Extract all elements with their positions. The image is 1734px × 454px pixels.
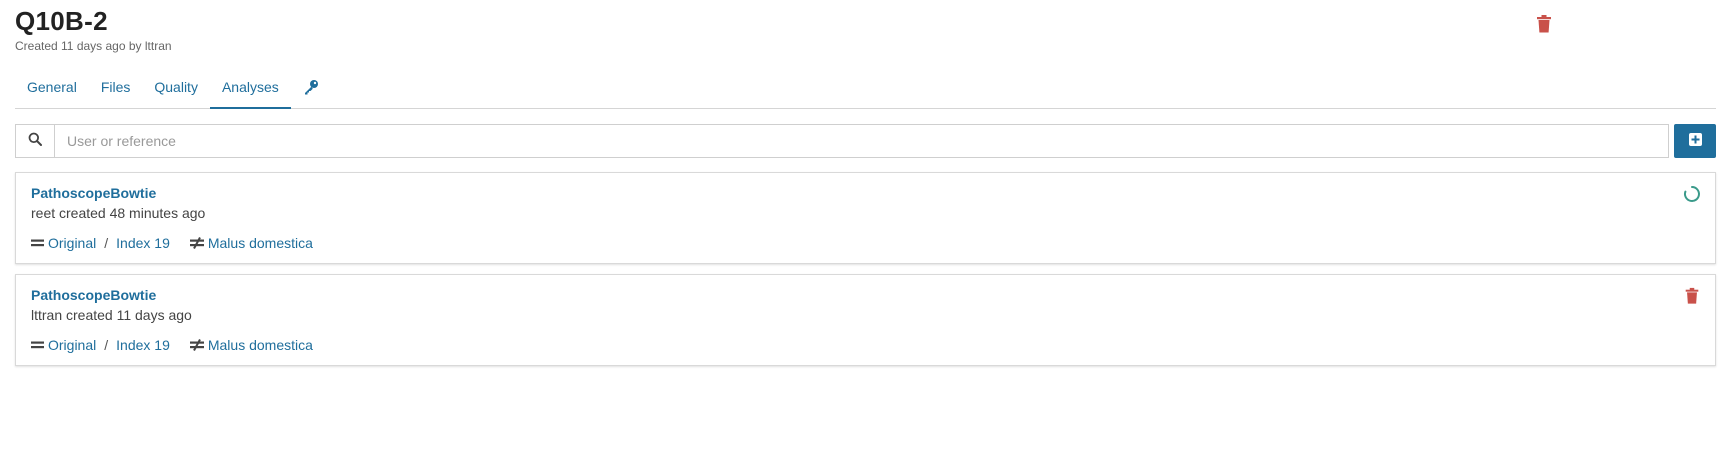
- trash-icon[interactable]: [1683, 287, 1701, 305]
- analysis-algorithm[interactable]: PathoscopeBowtie: [31, 185, 156, 201]
- equals-icon: [31, 238, 44, 248]
- search-icon: [28, 132, 42, 151]
- analysis-item[interactable]: PathoscopeBowtie reet created 48 minutes…: [15, 172, 1716, 264]
- page-header: Q10B-2 Created 11 days ago by lttran: [15, 7, 172, 53]
- analysis-references: Original / Index 19 Malus domestica: [31, 337, 313, 353]
- equals-icon: [31, 340, 44, 350]
- not-equal-icon: [189, 339, 204, 351]
- tab-key[interactable]: [291, 72, 331, 109]
- search-toolbar: [15, 124, 1716, 158]
- plus-square-icon: [1688, 133, 1702, 149]
- analysis-references: Original / Index 19 Malus domestica: [31, 235, 313, 251]
- analysis-created: reet created 48 minutes ago: [31, 205, 206, 221]
- create-analysis-button[interactable]: [1674, 124, 1716, 158]
- tab-bar: General Files Quality Analyses: [15, 72, 1716, 109]
- loader-icon: [1683, 185, 1701, 203]
- search-input[interactable]: [55, 124, 1669, 158]
- reference-separator: /: [104, 337, 109, 353]
- trash-icon[interactable]: [1534, 14, 1554, 34]
- analysis-algorithm[interactable]: PathoscopeBowtie: [31, 287, 156, 303]
- page-title: Q10B-2: [15, 6, 108, 36]
- page-subtitle: Created 11 days ago by lttran: [15, 39, 172, 53]
- analysis-item[interactable]: PathoscopeBowtie lttran created 11 days …: [15, 274, 1716, 366]
- analysis-created: lttran created 11 days ago: [31, 307, 192, 323]
- not-equal-icon: [189, 237, 204, 249]
- tab-quality[interactable]: Quality: [142, 72, 210, 109]
- search-addon: [15, 124, 55, 158]
- tab-analyses[interactable]: Analyses: [209, 72, 291, 109]
- index-link[interactable]: Index 19: [116, 337, 170, 353]
- key-icon: [303, 79, 319, 100]
- subtraction-link[interactable]: Malus domestica: [208, 337, 313, 353]
- reference-link[interactable]: Original: [48, 337, 96, 353]
- tab-files[interactable]: Files: [89, 72, 143, 109]
- tab-general[interactable]: General: [15, 72, 89, 109]
- reference-separator: /: [104, 235, 109, 251]
- reference-link[interactable]: Original: [48, 235, 96, 251]
- subtraction-link[interactable]: Malus domestica: [208, 235, 313, 251]
- index-link[interactable]: Index 19: [116, 235, 170, 251]
